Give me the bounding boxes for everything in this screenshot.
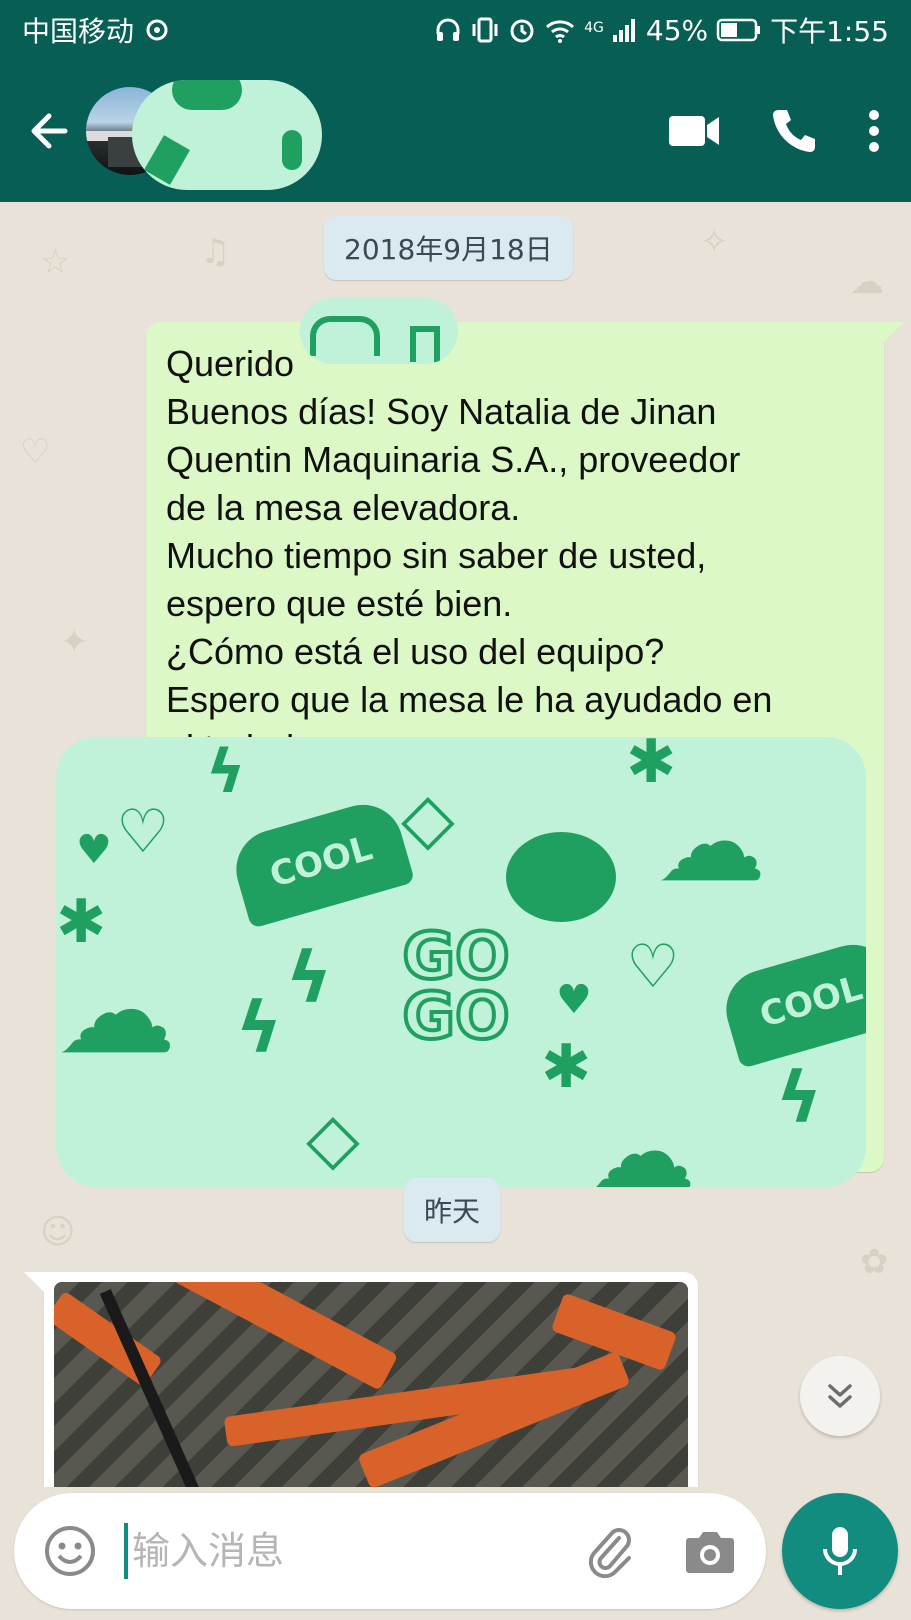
cloud-icon: ☁ xyxy=(56,942,176,1081)
chat-header xyxy=(0,60,911,202)
cloud-icon: ☁ xyxy=(586,1088,696,1187)
date-separator: 昨天 xyxy=(404,1178,501,1242)
arrow-left-icon xyxy=(31,113,68,149)
paperclip-icon xyxy=(588,1528,631,1578)
message-input[interactable] xyxy=(132,1529,552,1573)
voice-call-button[interactable] xyxy=(769,106,819,156)
message-input-container[interactable] xyxy=(14,1493,766,1609)
phone-icon xyxy=(773,110,815,152)
cool-cap-icon: COOL xyxy=(226,795,416,929)
lightning-icon: ϟ xyxy=(206,737,246,807)
alarm-icon xyxy=(510,19,534,43)
network-type-label: 4G xyxy=(584,20,604,36)
wifi-icon xyxy=(546,20,575,43)
speech-bubble-icon xyxy=(506,832,616,922)
attach-button[interactable] xyxy=(580,1521,640,1581)
headphones-icon xyxy=(436,18,460,41)
emoji-button[interactable] xyxy=(40,1521,100,1581)
lightning-icon: ϟ xyxy=(286,937,333,1019)
sync-icon xyxy=(146,19,168,41)
lift-table-photo[interactable] xyxy=(54,1282,688,1487)
chat-area[interactable]: ☆ ♡ ✦ ☁ ✧ ♫ ☺ ✿ 2018年9月18日 Querido Bueno… xyxy=(0,202,911,1487)
video-camera-icon xyxy=(669,116,719,146)
camera-icon xyxy=(686,1532,734,1573)
message-line: Mucho tiempo sin saber de usted, xyxy=(166,535,707,576)
wallpaper-doodle-icon: ✿ xyxy=(860,1242,889,1282)
message-line: Buenos días! Soy Natalia de Jinan xyxy=(166,391,717,432)
message-line: Espero que la mesa le ha ayudado en xyxy=(166,679,773,720)
wallpaper-doodle-icon: ✦ xyxy=(60,622,89,662)
battery-percent-label: 45% xyxy=(645,13,709,47)
diamond-icon: ◇ xyxy=(306,1097,360,1179)
cool-cap-icon: COOL xyxy=(716,935,866,1069)
more-options-button[interactable] xyxy=(867,109,881,153)
video-call-button[interactable] xyxy=(667,113,721,149)
lightning-icon: ϟ xyxy=(236,987,283,1069)
smiley-icon xyxy=(45,1526,95,1576)
date-label: 2018年9月18日 xyxy=(344,233,553,266)
wallpaper-doodle-icon: ☺ xyxy=(40,1212,76,1252)
contact-name-redacted[interactable] xyxy=(132,80,322,190)
incoming-image-bubble[interactable] xyxy=(24,1272,698,1487)
vibrate-icon xyxy=(472,17,498,43)
microphone-icon xyxy=(823,1527,857,1575)
message-line: espero que esté bien. xyxy=(166,583,513,624)
battery-icon xyxy=(716,18,761,42)
carrier-label: 中国移动 xyxy=(22,15,135,48)
message-line: de la mesa elevadora. xyxy=(166,487,521,528)
gogo-burst-icon: GO GO xyxy=(401,920,512,1054)
status-bar: 中国移动 4G 45% 下午1:55 xyxy=(0,0,911,60)
heart-icon: ♡ xyxy=(116,797,170,867)
text-caret xyxy=(124,1523,128,1579)
date-label: 昨天 xyxy=(424,1195,481,1228)
lightning-icon: ϟ xyxy=(776,1057,823,1139)
message-line: Querido xyxy=(166,343,295,384)
voice-record-button[interactable] xyxy=(782,1493,898,1609)
double-chevron-down-icon xyxy=(828,1384,852,1408)
heart-icon: ♡ xyxy=(626,932,680,1002)
scroll-to-bottom-button[interactable] xyxy=(800,1356,880,1436)
wallpaper-doodle-icon: ☁ xyxy=(850,262,884,302)
heart-icon: ♥ xyxy=(556,977,592,1023)
star-burst-icon: ✱ xyxy=(541,1032,592,1102)
redaction-sticker-name xyxy=(300,298,458,364)
wallpaper-doodle-icon: ☆ xyxy=(40,242,71,282)
date-separator: 2018年9月18日 xyxy=(324,216,573,280)
cloud-icon: ☁ xyxy=(656,778,766,906)
redaction-sticker: COOL COOL GO GO ♡ ♡ ♥ ♥ ϟ ϟ ϟ ϟ ✱ ✱ ✱ ◇ ◇… xyxy=(56,737,866,1187)
more-vertical-icon xyxy=(869,110,879,152)
clock-label: 下午1:55 xyxy=(770,15,889,48)
heart-icon: ♥ xyxy=(76,827,112,873)
wallpaper-doodle-icon: ♫ xyxy=(200,232,231,272)
message-line: Quentin Maquinaria S.A., proveedor xyxy=(166,439,741,480)
back-button[interactable] xyxy=(14,96,84,166)
camera-button[interactable] xyxy=(680,1521,740,1581)
wallpaper-doodle-icon: ✧ xyxy=(700,222,729,262)
compose-bar xyxy=(0,1487,911,1620)
signal-icon xyxy=(612,19,635,42)
wallpaper-doodle-icon: ♡ xyxy=(20,432,51,472)
diamond-icon: ◇ xyxy=(401,777,455,859)
message-line: ¿Cómo está el uso del equipo? xyxy=(166,631,665,672)
